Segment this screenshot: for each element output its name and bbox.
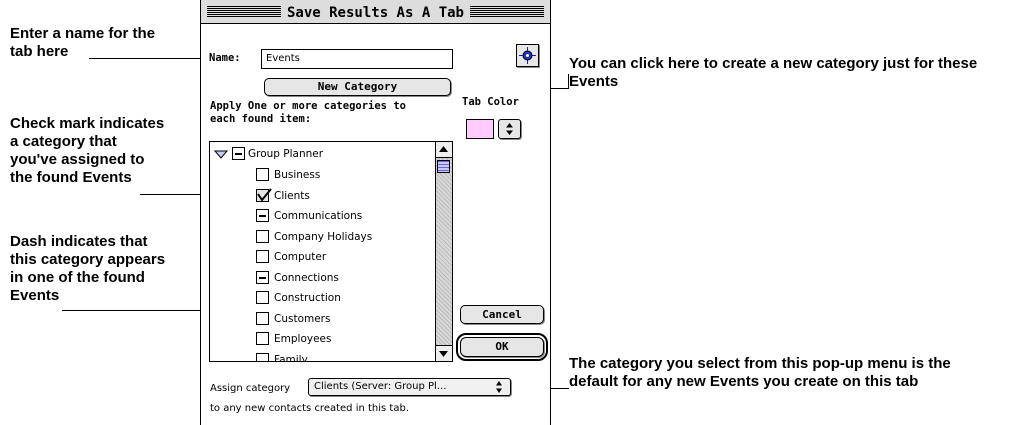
category-checkbox[interactable] (256, 229, 269, 243)
tab-color-swatch[interactable] (466, 119, 494, 139)
category-label: Group Planner (248, 148, 324, 160)
up-down-arrows-icon (506, 123, 513, 135)
dialog-title: Save Results As A Tab (280, 5, 470, 21)
scroll-thumb[interactable] (437, 160, 450, 173)
assign-footer-text: to any new contacts created in this tab. (210, 403, 410, 414)
triangle-down-icon[interactable] (214, 149, 228, 161)
scroll-down-button[interactable] (436, 345, 452, 361)
assign-category-label: Assign category (210, 383, 291, 394)
callout-new-category: You can click here to create a new categ… (569, 55, 978, 90)
category-label: Clients (274, 189, 310, 202)
category-label: Company Holidays (274, 230, 373, 243)
callout-check-mark: Check mark indicates a category that you… (10, 115, 165, 186)
leader-new-category-v (568, 74, 569, 89)
cancel-button[interactable]: Cancel (460, 305, 544, 324)
name-label: Name: (209, 52, 241, 64)
category-checkbox[interactable] (256, 291, 269, 304)
category-scrollbar[interactable] (435, 142, 452, 361)
assign-category-value: Clients (Server: Group Pl... (314, 381, 447, 392)
apply-categories-label: Apply One or more categories to each fou… (210, 100, 406, 125)
category-label: Construction (274, 292, 341, 304)
category-label: Employees (274, 333, 332, 345)
ok-button[interactable]: OK (456, 333, 548, 361)
save-results-dialog: Save Results As A Tab Name: Events New C… (200, 0, 551, 425)
category-checkbox[interactable] (256, 250, 269, 263)
category-checkbox[interactable] (256, 209, 269, 222)
category-label: Communications (274, 210, 363, 222)
tab-color-label: Tab Color (462, 96, 519, 108)
category-label: Customers (274, 312, 331, 325)
category-list[interactable]: Group Planner Business Clients Communicati… (209, 141, 453, 362)
category-label: Business (274, 169, 321, 181)
category-checkbox[interactable] (256, 332, 269, 345)
category-checkbox[interactable] (256, 311, 269, 325)
category-checkbox-group-planner[interactable] (232, 147, 245, 160)
category-checkbox[interactable] (256, 187, 272, 202)
category-label: Family (274, 353, 308, 362)
up-down-arrows-icon (490, 379, 508, 395)
category-checkbox[interactable] (256, 352, 269, 361)
category-label: Computer (274, 251, 327, 263)
title-bar[interactable]: Save Results As A Tab (201, 0, 550, 24)
callout-assign-popup: The category you select from this pop-up… (569, 355, 951, 390)
locator-button[interactable] (516, 44, 539, 67)
tab-color-popup[interactable] (498, 119, 521, 139)
name-field[interactable]: Events (261, 49, 453, 69)
scroll-up-button[interactable] (436, 142, 452, 158)
category-checkbox[interactable] (256, 168, 269, 181)
checkmark-icon (257, 187, 272, 202)
category-checkbox[interactable] (256, 270, 269, 284)
callout-name-field: Enter a name for the tab here (10, 25, 156, 60)
arrow-up-icon (439, 146, 448, 152)
callout-dash: Dash indicates that this category appear… (10, 233, 166, 304)
crosshair-icon (519, 47, 536, 64)
category-label: Connections (274, 271, 339, 284)
assign-category-popup[interactable]: Clients (Server: Group Pl... (308, 378, 511, 396)
arrow-down-icon (439, 351, 448, 357)
new-category-button[interactable]: New Category (264, 78, 451, 96)
